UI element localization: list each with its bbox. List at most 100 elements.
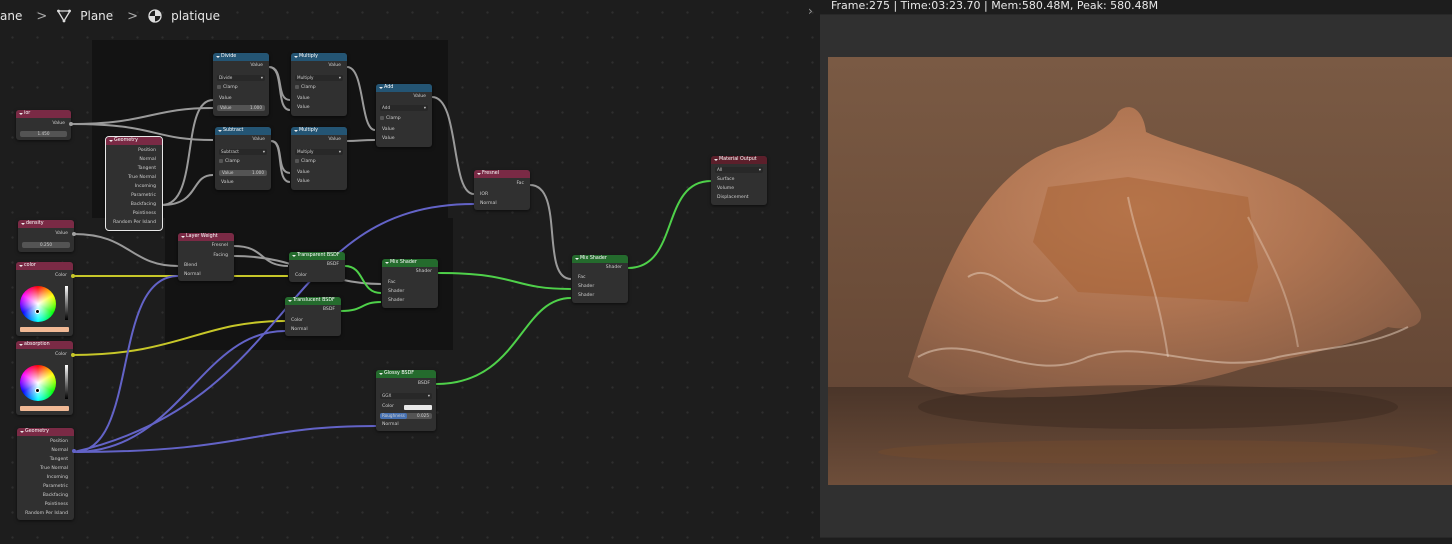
output-socket[interactable]: [69, 122, 73, 126]
node-header[interactable]: Fresnel: [474, 170, 530, 178]
node-translucent-bsdf[interactable]: Translucent BSDF BSDF Color Normal: [285, 297, 341, 336]
socket-label: Pointiness: [132, 211, 156, 216]
node-add[interactable]: Add Value Add Clamp Value Value: [376, 84, 432, 147]
area-split-icon[interactable]: ›: [808, 4, 820, 18]
node-glossy-bsdf[interactable]: Glossy BSDF BSDF GGX Color Roughness 0.0…: [376, 370, 436, 431]
field-value: 1.000: [250, 105, 262, 110]
link-mix1-mix2: [437, 272, 572, 290]
field-value: 1.450: [37, 131, 50, 136]
node-geometry[interactable]: Geometry Position Normal Tangent True No…: [17, 428, 76, 520]
socket-label: Tangent: [49, 457, 68, 462]
node-absorption[interactable]: absorption Color: [16, 341, 75, 415]
operation-dropdown[interactable]: Divide: [217, 75, 265, 81]
link-geom2-layer: [73, 275, 179, 453]
socket-label: Random Per Island: [25, 511, 68, 516]
clamp-checkbox[interactable]: Clamp: [380, 116, 401, 121]
node-header[interactable]: absorption: [16, 341, 73, 349]
socket-label: Incoming: [134, 184, 156, 189]
socket-label: Parametric: [43, 484, 68, 489]
node-header[interactable]: Subtract: [215, 127, 271, 135]
node-density[interactable]: density Value 0.250: [18, 220, 76, 252]
node-layer-weight[interactable]: Layer Weight Fresnel Facing Blend Normal: [178, 233, 234, 281]
node-header[interactable]: Glossy BSDF: [376, 370, 436, 378]
node-mix-shader[interactable]: Mix Shader Shader Fac Shader Shader: [572, 255, 628, 303]
operation-dropdown[interactable]: Multiply: [295, 75, 343, 81]
link-density-layer: [73, 233, 179, 267]
value-field[interactable]: Value 1.000: [217, 105, 265, 111]
socket-label: Normal: [139, 157, 156, 162]
node-divide[interactable]: Divide Value Divide Clamp Value Value 1.0…: [213, 53, 269, 116]
operation-dropdown[interactable]: Subtract: [219, 149, 267, 155]
chevron-right-icon: >: [127, 8, 139, 24]
node-color[interactable]: color Color: [16, 262, 75, 336]
link-glossy-mix2: [435, 297, 572, 385]
node-header[interactable]: Transparent BSDF: [289, 252, 345, 260]
breadcrumb-material[interactable]: platique: [148, 9, 220, 23]
color-swatch[interactable]: [404, 405, 432, 410]
breadcrumb-object[interactable]: ane: [0, 9, 22, 23]
node-header[interactable]: density: [18, 220, 74, 228]
value-field[interactable]: 0.250: [22, 242, 70, 248]
node-mix-shader[interactable]: Mix Shader Shader Fac Shader Shader: [382, 259, 438, 308]
socket-label: Value: [413, 94, 426, 99]
node-header[interactable]: Geometry: [106, 137, 162, 145]
color-picker-cursor[interactable]: [35, 388, 40, 393]
node-header[interactable]: Multiply: [291, 127, 347, 135]
node-header[interactable]: Geometry: [17, 428, 74, 436]
clamp-checkbox[interactable]: Clamp: [295, 85, 316, 90]
color-picker-cursor[interactable]: [35, 309, 40, 314]
node-material-output[interactable]: Material Output All Surface Volume Displ…: [711, 156, 767, 205]
node-header[interactable]: color: [16, 262, 73, 270]
color-swatch[interactable]: [20, 327, 69, 332]
operation-dropdown[interactable]: Add: [380, 105, 428, 111]
distribution-dropdown[interactable]: GGX: [380, 393, 432, 399]
value-field[interactable]: 1.450: [20, 131, 67, 137]
output-socket[interactable]: [71, 353, 75, 357]
node-header[interactable]: Mix Shader: [572, 255, 628, 263]
node-subtract[interactable]: Subtract Value Subtract Clamp Value 1.000…: [215, 127, 271, 190]
node-header[interactable]: Translucent BSDF: [285, 297, 341, 305]
output-socket[interactable]: [72, 232, 76, 236]
socket-label: Shader: [415, 269, 432, 274]
node-transparent-bsdf[interactable]: Transparent BSDF BSDF Color: [289, 252, 345, 282]
node-header[interactable]: Multiply: [291, 53, 347, 61]
color-wheel[interactable]: [20, 365, 56, 401]
node-header[interactable]: Add: [376, 84, 432, 92]
socket-label: True Normal: [40, 466, 68, 471]
node-header[interactable]: Layer Weight: [178, 233, 234, 241]
socket-label: Shader: [388, 289, 405, 294]
socket-label: Pointiness: [44, 502, 68, 507]
clamp-checkbox[interactable]: Clamp: [217, 85, 238, 90]
socket-label: Value: [328, 137, 341, 142]
node-header[interactable]: Divide: [213, 53, 269, 61]
operation-dropdown[interactable]: Multiply: [295, 149, 343, 155]
clamp-checkbox[interactable]: Clamp: [295, 159, 316, 164]
value-field[interactable]: Value 1.000: [219, 170, 267, 176]
node-editor[interactable]: ane > Plane > platique ior Value 1.450 d…: [0, 0, 818, 544]
socket-label: BSDF: [326, 262, 339, 267]
node-header[interactable]: Material Output: [711, 156, 767, 164]
node-fresnel[interactable]: Fresnel Fac IOR Normal: [474, 170, 530, 210]
color-wheel[interactable]: [20, 286, 56, 322]
node-multiply[interactable]: Multiply Value Multiply Clamp Value Valu…: [291, 53, 347, 116]
field-label: Value: [222, 170, 234, 175]
node-header[interactable]: ior: [16, 110, 71, 118]
render-viewport[interactable]: Frame:275 | Time:03:23.70 | Mem:580.48M,…: [820, 0, 1452, 544]
socket-label: Value: [252, 137, 265, 142]
target-dropdown[interactable]: All: [715, 167, 763, 173]
socket-label: Blend: [184, 263, 198, 268]
color-swatch[interactable]: [20, 406, 69, 411]
output-socket[interactable]: [72, 449, 76, 453]
value-slider[interactable]: [65, 365, 68, 399]
output-socket[interactable]: [71, 274, 75, 278]
node-geometry[interactable]: Geometry Position Normal Tangent True No…: [105, 136, 163, 231]
breadcrumb-mesh[interactable]: Plane: [57, 9, 113, 23]
socket-label: Value: [328, 63, 341, 68]
clamp-checkbox[interactable]: Clamp: [219, 159, 240, 164]
node-multiply[interactable]: Multiply Value Multiply Clamp Value Valu…: [291, 127, 347, 190]
socket-label: Value: [382, 127, 395, 132]
roughness-field[interactable]: Roughness 0.025: [380, 413, 432, 419]
node-header[interactable]: Mix Shader: [382, 259, 438, 267]
value-slider[interactable]: [65, 286, 68, 320]
node-ior[interactable]: ior Value 1.450: [16, 110, 73, 140]
